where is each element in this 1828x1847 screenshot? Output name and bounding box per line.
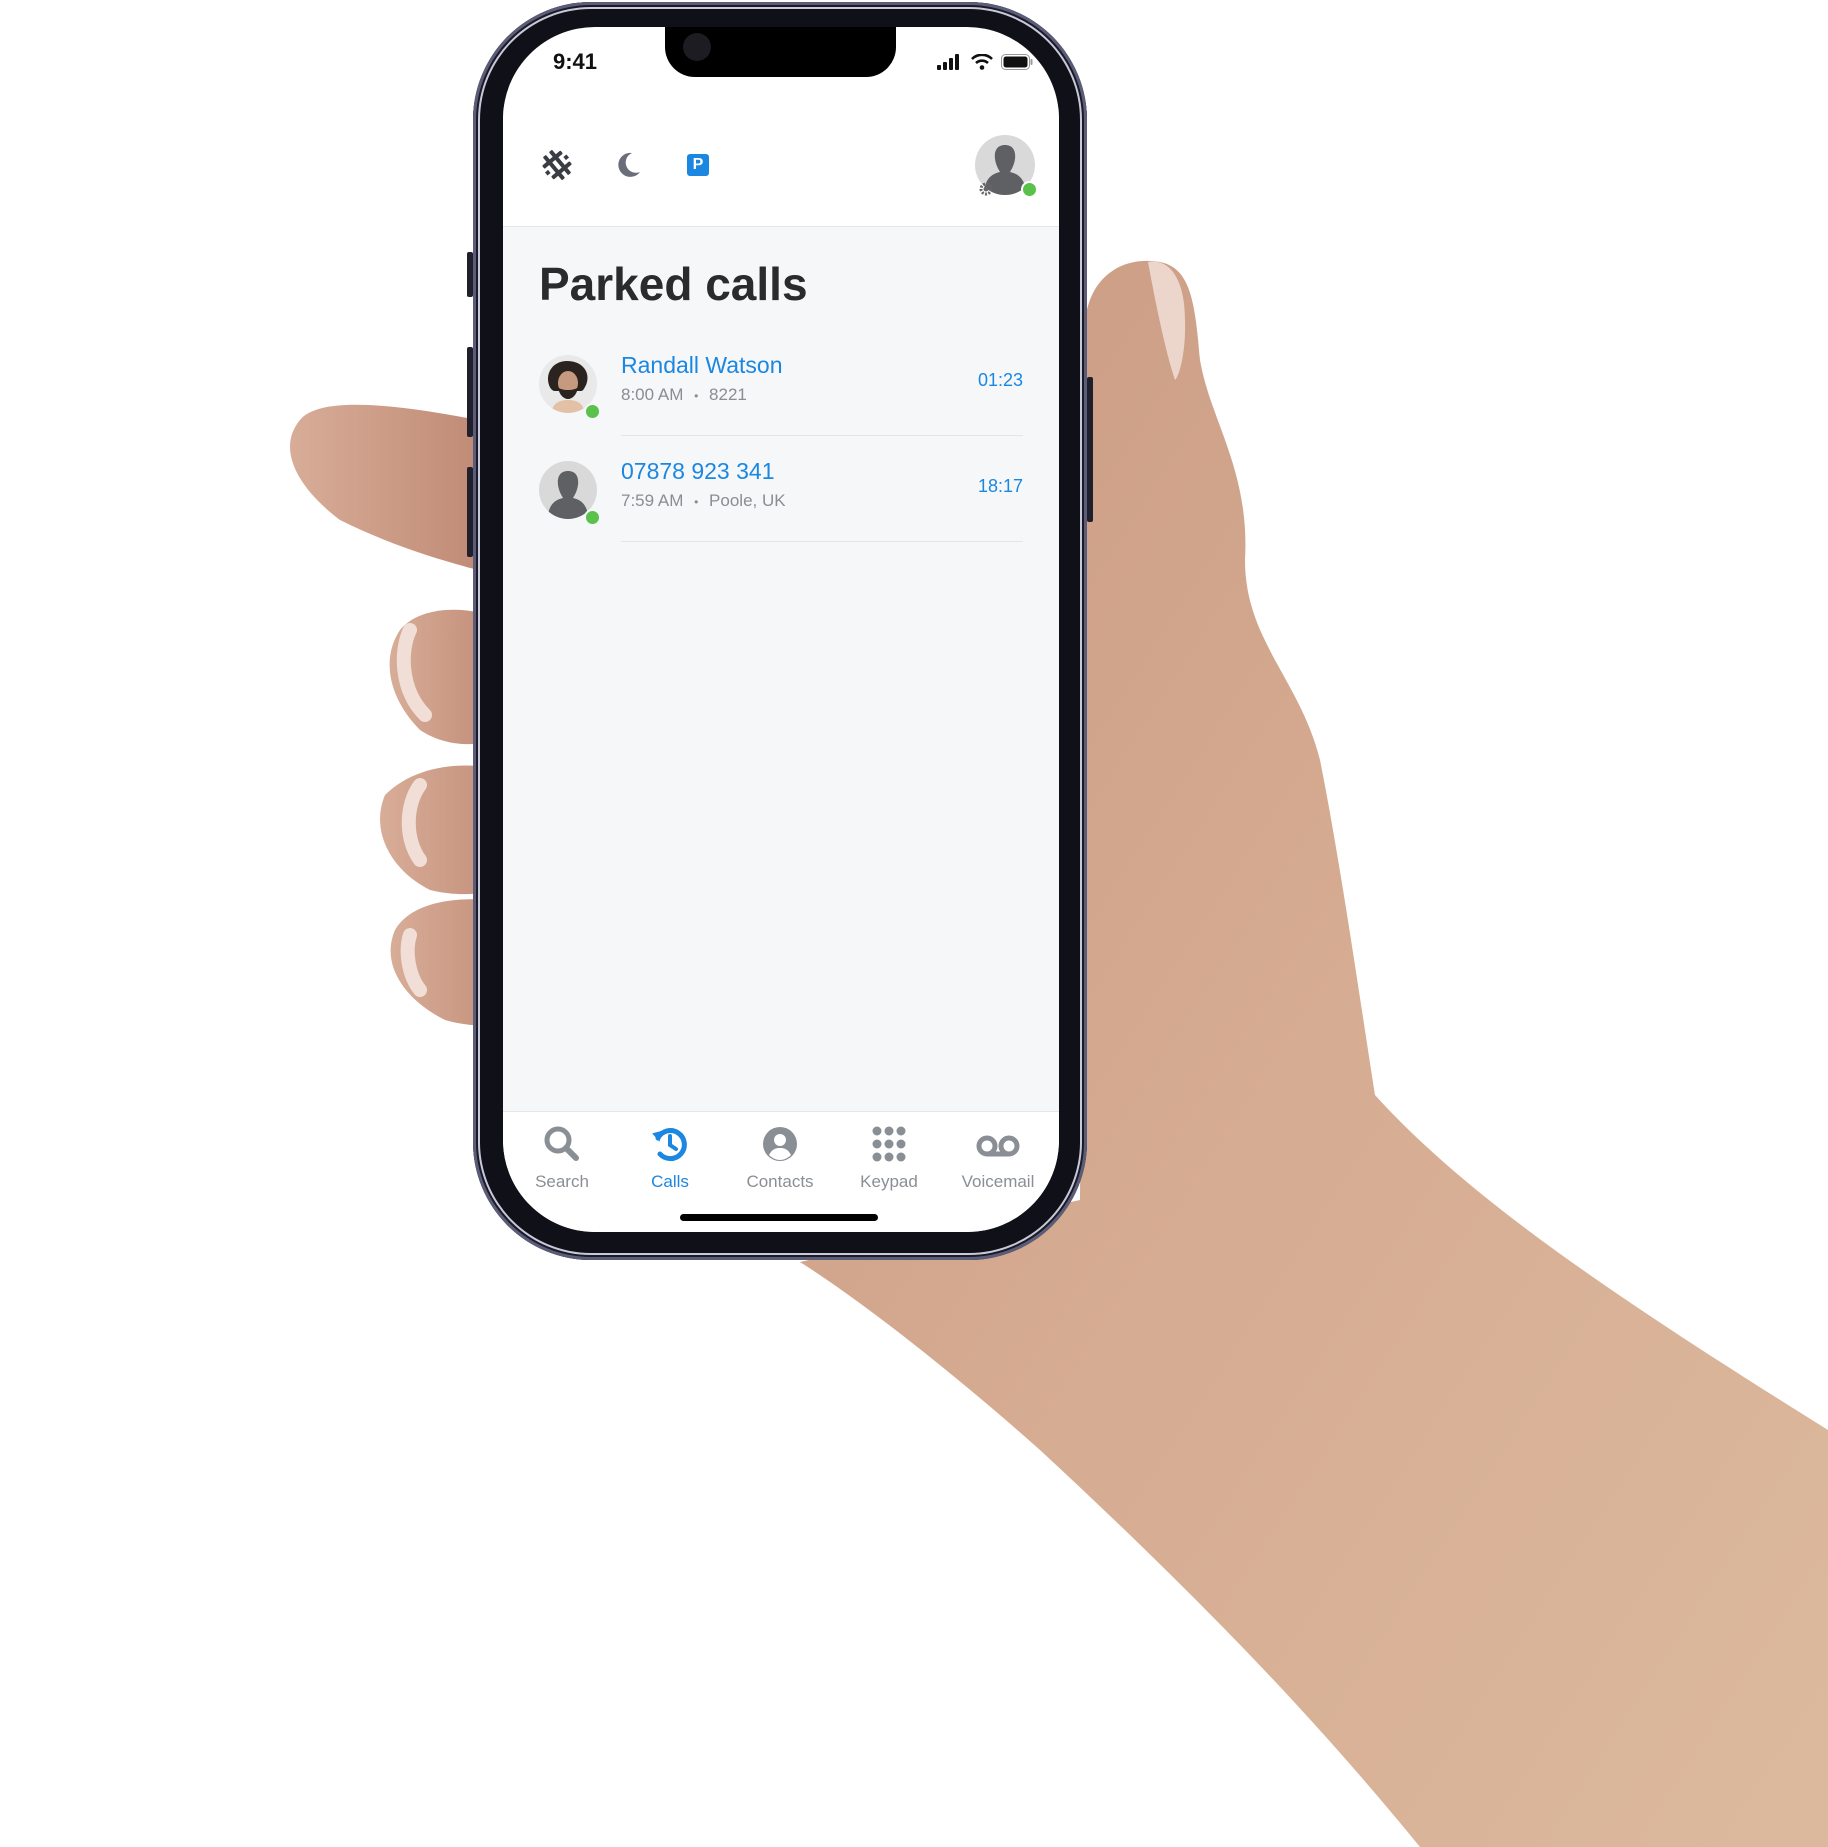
nav-voicemail[interactable]: Voicemail [943, 1122, 1053, 1192]
camera [683, 33, 711, 61]
moon-icon[interactable] [608, 145, 648, 185]
power-button [1087, 377, 1093, 522]
home-indicator[interactable] [680, 1214, 878, 1221]
call-detail: Poole, UK [709, 491, 786, 510]
caller-name[interactable]: Randall Watson [621, 352, 783, 379]
nav-label: Voicemail [961, 1172, 1035, 1191]
silent-switch [467, 252, 473, 297]
call-detail: 8221 [709, 385, 747, 404]
parked-duration: 18:17 [977, 476, 1023, 496]
notch [665, 27, 896, 77]
hash-brand-icon[interactable] [537, 145, 577, 185]
battery-icon [1001, 54, 1033, 70]
call-meta: 7:59 AM • Poole, UK [621, 491, 786, 511]
nav-label: Search [535, 1172, 589, 1191]
parking-icon[interactable]: P [678, 145, 718, 185]
voicemail-icon [976, 1135, 1020, 1157]
index-finger [289, 404, 478, 570]
settings-gear-icon[interactable] [979, 182, 993, 196]
signal-icon [937, 54, 959, 70]
phone-frame: 9:41 P Parked calls Randall Watson 8:00 … [467, 2, 1093, 1260]
status-icons [937, 54, 1033, 70]
nav-contacts[interactable]: Contacts [725, 1122, 835, 1192]
keypad-icon [872, 1126, 906, 1162]
search-icon [544, 1126, 579, 1161]
call-time: 8:00 AM [621, 385, 684, 404]
status-time: 9:41 [553, 49, 598, 74]
top-bar: P [503, 102, 1059, 227]
parking-letter: P [687, 154, 709, 176]
nav-label: Contacts [746, 1172, 814, 1191]
wifi-icon [971, 54, 993, 70]
page-title: Parked calls [539, 258, 808, 310]
presence-dot [584, 509, 601, 526]
parked-calls-view: Parked calls Randall Watson 8:00 AM • 82… [503, 227, 1059, 1111]
volume-up-button [467, 347, 473, 437]
call-meta: 8:00 AM • 8221 [621, 385, 747, 405]
presence-dot [584, 403, 601, 420]
parked-call-row[interactable]: Randall Watson 8:00 AM • 8221 01:23 [503, 330, 1059, 436]
call-history-icon [652, 1128, 687, 1162]
separator-dot: • [694, 389, 699, 403]
parked-duration: 01:23 [977, 370, 1023, 390]
nav-calls[interactable]: Calls [615, 1122, 725, 1192]
separator-dot: • [694, 495, 699, 509]
row-divider [621, 541, 1023, 542]
contact-icon [763, 1127, 797, 1161]
volume-down-button [467, 467, 473, 557]
my-presence-dot [1021, 181, 1038, 198]
caller-name[interactable]: 07878 923 341 [621, 458, 775, 485]
nav-label: Keypad [860, 1172, 918, 1191]
call-time: 7:59 AM [621, 491, 684, 510]
nav-search[interactable]: Search [507, 1122, 617, 1192]
parked-call-row[interactable]: 07878 923 341 7:59 AM • Poole, UK 18:17 [503, 436, 1059, 542]
nav-keypad[interactable]: Keypad [834, 1122, 944, 1192]
nav-label: Calls [651, 1172, 689, 1191]
phone-screen: 9:41 P Parked calls Randall Watson 8:00 … [503, 27, 1059, 1232]
